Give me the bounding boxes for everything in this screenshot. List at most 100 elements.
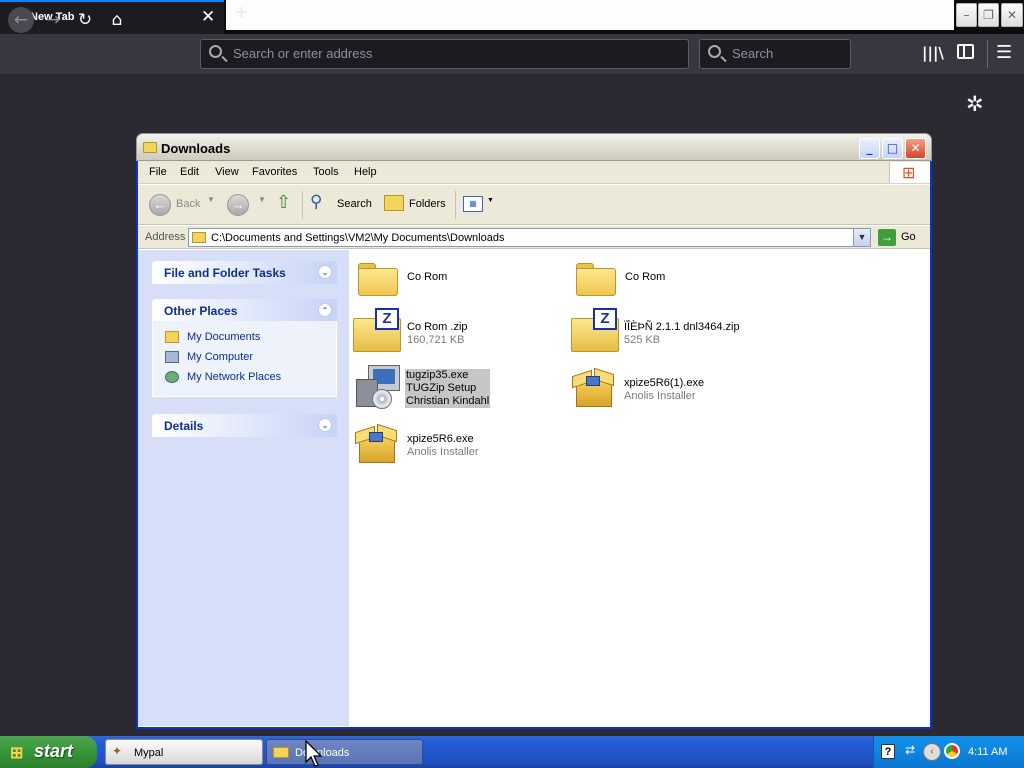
zip-file-icon: Z (353, 308, 401, 352)
standard-toolbar: ← Back ▼ → ▼ ⇧ ⚲ Search Folders ▦ ▼ (138, 185, 930, 225)
file-text: Co Rom .zip 160,721 KB (407, 321, 468, 347)
taskbar-item-mypal[interactable]: ✦ Mypal (105, 739, 263, 765)
file-name: tugzip35.exe (406, 369, 469, 381)
window-restore-button[interactable]: ❐ (978, 3, 999, 27)
views-icon[interactable]: ▦ (463, 196, 483, 212)
menu-file[interactable]: File (149, 166, 167, 178)
file-description: Anolis Installer (407, 446, 479, 458)
hamburger-menu-icon[interactable]: ☰ (996, 42, 1012, 63)
up-folder-icon[interactable]: ⇧ (276, 192, 291, 213)
file-item[interactable]: Co Rom (354, 259, 554, 299)
collapse-tray-icon[interactable]: ‹ (923, 743, 941, 761)
go-arrow-icon: → (878, 229, 896, 246)
mouse-cursor-icon (305, 740, 323, 767)
file-text: xpize5R6(1).exe Anolis Installer (624, 377, 704, 403)
file-item-selected[interactable]: tugzip35.exe TUGZip Setup Christian Kind… (354, 365, 564, 415)
toolbar-separator (455, 191, 456, 219)
file-name: Co Rom .zip (407, 321, 468, 333)
file-item[interactable]: Co Rom (572, 259, 772, 299)
minimize-button[interactable]: _ (859, 138, 880, 159)
file-folder-tasks-header[interactable]: File and Folder Tasks ⌄ (152, 261, 337, 284)
file-size: 525 KB (624, 334, 661, 346)
details-header[interactable]: Details ⌄ (152, 414, 337, 437)
taskbar-item-downloads[interactable]: Downloads (266, 739, 423, 765)
url-bar[interactable]: Search or enter address (200, 39, 689, 69)
new-tab-area[interactable]: + (226, 0, 954, 30)
search-button[interactable]: Search (337, 198, 372, 210)
place-label: My Computer (187, 351, 254, 363)
back-arrow-icon[interactable]: ← (8, 7, 34, 33)
file-name: xpize5R6.exe (407, 433, 474, 445)
home-icon[interactable]: ⌂ (106, 9, 128, 31)
menu-favorites[interactable]: Favorites (252, 166, 297, 178)
back-icon[interactable]: ← (149, 194, 171, 216)
installer-box-icon (572, 367, 616, 409)
start-button[interactable]: ⊞ start (0, 736, 97, 768)
back-dropdown-icon[interactable]: ▼ (207, 195, 215, 204)
explorer-titlebar[interactable]: Downloads _ □ ✕ (136, 133, 932, 161)
computer-icon (165, 351, 179, 364)
network-tray-icon[interactable]: ⇄ (905, 743, 915, 757)
expand-chevron-icon[interactable]: ⌄ (318, 265, 332, 279)
clock[interactable]: 4:11 AM (968, 746, 1008, 758)
new-tab-icon[interactable]: + (234, 2, 249, 23)
help-icon[interactable]: ? (881, 744, 895, 759)
menu-tools[interactable]: Tools (313, 166, 339, 178)
other-places-title: Other Places (164, 304, 238, 318)
menu-bar: File Edit View Favorites Tools Help (138, 161, 930, 184)
close-button[interactable]: ✕ (905, 138, 926, 159)
place-my-computer[interactable]: My Computer (165, 351, 254, 364)
file-name: Co Rom (407, 271, 448, 283)
file-text: ÏÎÈÞÑ 2.1.1 dnl3464.zip 525 KB (624, 321, 740, 347)
views-dropdown-icon[interactable]: ▼ (487, 197, 494, 204)
menu-edit[interactable]: Edit (180, 166, 199, 178)
folder-icon (576, 261, 616, 296)
chrome-tray-icon[interactable] (944, 743, 960, 759)
search-icon (708, 45, 721, 58)
search-icon (209, 45, 222, 58)
other-places-header[interactable]: Other Places ⌃ (152, 299, 337, 322)
tab-close-icon[interactable]: ✕ (201, 7, 215, 27)
file-item[interactable]: Z ÏÎÈÞÑ 2.1.1 dnl3464.zip 525 KB (571, 308, 781, 354)
zip-file-icon: Z (571, 308, 619, 352)
file-company: Christian Kindahl (406, 395, 490, 407)
toolbar-divider (987, 40, 988, 68)
folder-icon (192, 232, 206, 243)
menu-help[interactable]: Help (354, 166, 377, 178)
forward-icon[interactable]: → (227, 194, 249, 216)
file-name: ÏÎÈÞÑ 2.1.1 dnl3464.zip (624, 321, 740, 333)
expand-chevron-icon[interactable]: ⌄ (318, 418, 332, 432)
library-icon[interactable]: |||\ (922, 44, 944, 62)
address-input[interactable]: C:\Documents and Settings\VM2\My Documen… (188, 228, 871, 247)
go-button[interactable]: → Go (878, 229, 928, 247)
file-item[interactable]: xpize5R6.exe Anolis Installer (355, 423, 565, 467)
place-label: My Network Places (187, 371, 282, 383)
gear-icon[interactable]: ✲ (966, 92, 984, 116)
file-item[interactable]: Z Co Rom .zip 160,721 KB (353, 308, 563, 354)
file-description: TUGZip Setup (406, 382, 477, 394)
sidebar-icon[interactable] (957, 44, 974, 59)
back-label[interactable]: Back (176, 198, 200, 210)
window-close-button[interactable]: ✕ (1001, 3, 1023, 27)
folders-button[interactable]: Folders (409, 198, 446, 210)
search-bar[interactable]: Search (699, 39, 851, 69)
file-folder-tasks-title: File and Folder Tasks (164, 266, 286, 280)
folders-icon[interactable] (384, 195, 404, 211)
collapse-chevron-icon[interactable]: ⌃ (318, 303, 332, 317)
maximize-button[interactable]: □ (882, 138, 903, 159)
window-minimize-button[interactable]: – (956, 3, 977, 27)
place-my-documents[interactable]: My Documents (165, 331, 260, 344)
file-name: xpize5R6(1).exe (624, 377, 705, 389)
system-tray: ? ⇄ ‹ 4:11 AM (873, 736, 1024, 768)
other-places-list: My Documents My Computer My Network Plac… (152, 321, 337, 397)
address-dropdown-icon[interactable]: ▼ (853, 229, 870, 246)
forward-arrow-icon[interactable]: → (42, 9, 64, 31)
menu-view[interactable]: View (215, 166, 239, 178)
search-icon[interactable]: ⚲ (310, 192, 322, 212)
file-item[interactable]: xpize5R6(1).exe Anolis Installer (572, 367, 782, 411)
file-name: Co Rom (625, 271, 666, 283)
forward-dropdown-icon[interactable]: ▼ (258, 195, 266, 204)
taskbar-item-label: Mypal (134, 747, 164, 759)
place-my-network-places[interactable]: My Network Places (165, 371, 282, 384)
reload-icon[interactable]: ↻ (74, 9, 96, 31)
